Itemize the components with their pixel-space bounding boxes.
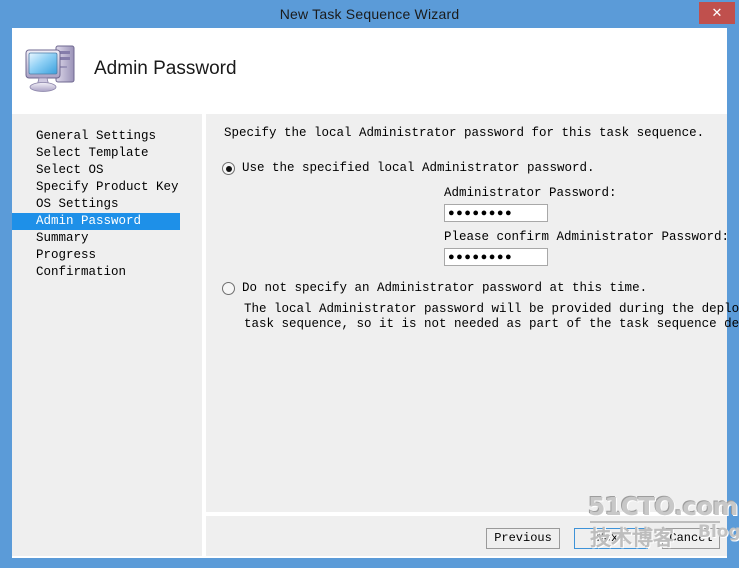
administrator-password-label: Administrator Password: <box>444 186 617 200</box>
radio-specify-password[interactable] <box>222 162 235 175</box>
sidebar-item-select-os[interactable]: Select OS <box>12 162 202 179</box>
administrator-password-field[interactable]: ●●●●●●●● <box>444 204 548 222</box>
sidebar-step-list: General Settings Select Template Select … <box>12 128 202 281</box>
sidebar-item-admin-password[interactable]: Admin Password <box>12 213 180 230</box>
wizard-step-sidebar: General Settings Select Template Select … <box>12 114 202 556</box>
wizard-window: New Task Sequence Wizard ✕ Admin Passwor… <box>0 0 739 568</box>
confirm-password-field[interactable]: ●●●●●●●● <box>444 248 548 266</box>
wizard-body: General Settings Select Template Select … <box>12 110 739 558</box>
radio-label-skip-password[interactable]: Do not specify an Administrator password… <box>242 280 647 298</box>
instruction-text: Specify the local Administrator password… <box>224 126 705 140</box>
next-button[interactable]: Next <box>574 528 648 549</box>
sidebar-item-select-template[interactable]: Select Template <box>12 145 202 162</box>
wizard-content-pane: Specify the local Administrator password… <box>206 114 739 512</box>
wizard-header: Admin Password <box>12 28 727 110</box>
confirm-password-label: Please confirm Administrator Password: <box>444 230 730 244</box>
computer-icon <box>20 36 84 98</box>
radio-label-specify-password[interactable]: Use the specified local Administrator pa… <box>242 160 595 178</box>
window-title: New Task Sequence Wizard <box>279 6 460 22</box>
previous-button[interactable]: Previous <box>486 528 560 549</box>
sidebar-item-confirmation[interactable]: Confirmation <box>12 264 202 281</box>
page-title: Admin Password <box>94 58 237 79</box>
radio-skip-password[interactable] <box>222 282 235 295</box>
radio-row-specify-password[interactable]: Use the specified local Administrator pa… <box>206 160 727 178</box>
radio-row-skip-password[interactable]: Do not specify an Administrator password… <box>206 280 727 298</box>
sidebar-item-summary[interactable]: Summary <box>12 230 202 247</box>
sidebar-item-os-settings[interactable]: OS Settings <box>12 196 202 213</box>
wizard-footer: Previous Next Cancel <box>206 516 727 556</box>
option-skip-password-group: Do not specify an Administrator password… <box>206 280 739 331</box>
option-specify-password-group: Use the specified local Administrator pa… <box>206 160 729 266</box>
title-bar: New Task Sequence Wizard ✕ <box>0 0 739 28</box>
skip-description-line-2: task sequence, so it is not needed as pa… <box>244 317 739 331</box>
sidebar-item-progress[interactable]: Progress <box>12 247 202 264</box>
sidebar-item-specify-product-key[interactable]: Specify Product Key <box>12 179 202 196</box>
close-icon[interactable]: ✕ <box>699 2 735 24</box>
skip-description-line-1: The local Administrator password will be… <box>244 302 739 316</box>
sidebar-item-general-settings[interactable]: General Settings <box>12 128 202 145</box>
cancel-button[interactable]: Cancel <box>662 528 720 549</box>
